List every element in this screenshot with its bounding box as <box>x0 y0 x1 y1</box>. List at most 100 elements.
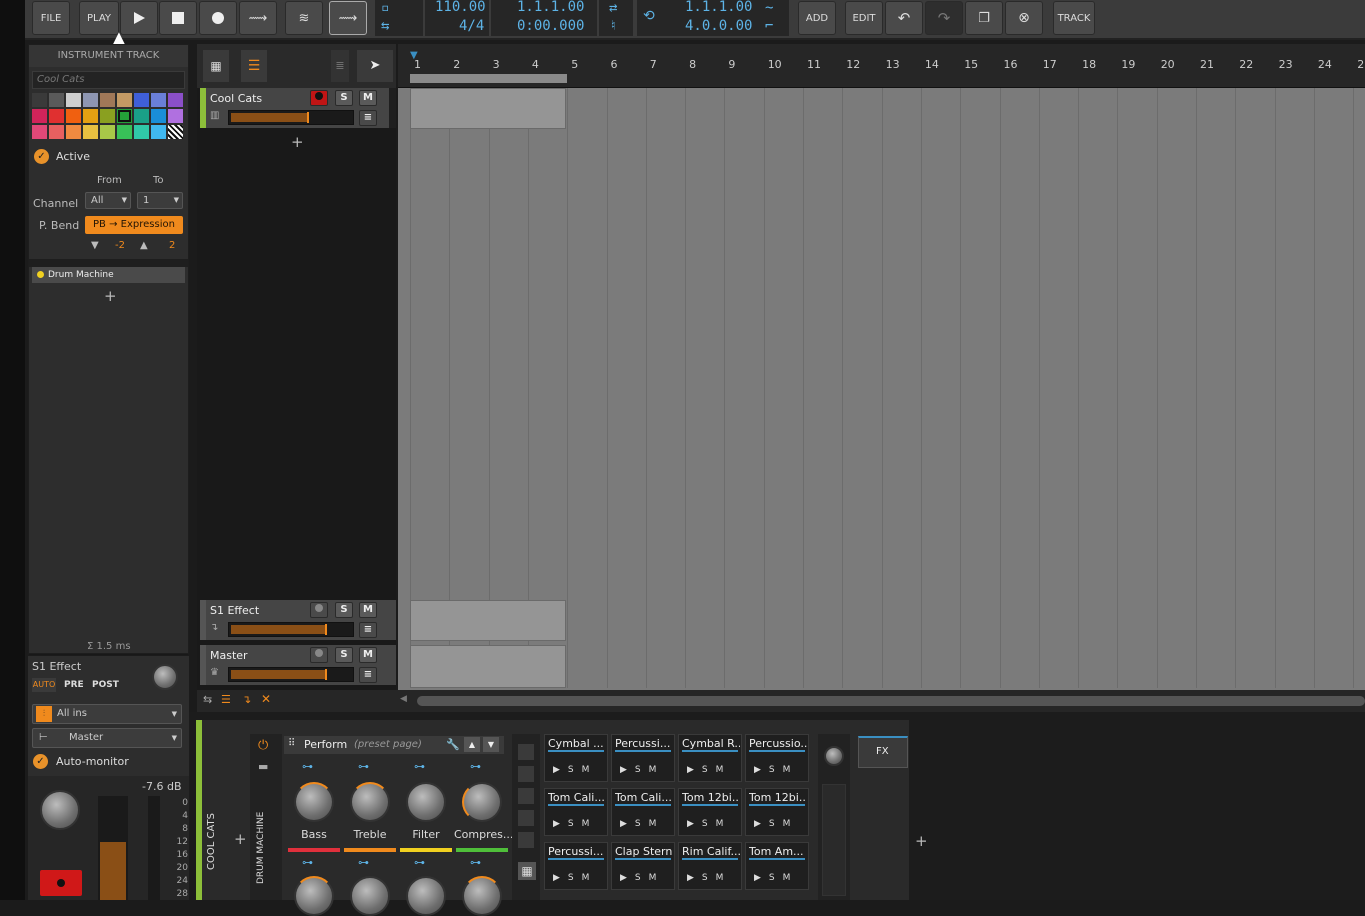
color-swatch[interactable] <box>117 93 132 107</box>
active-checkbox[interactable]: ✓ <box>34 149 49 164</box>
tempo-display[interactable]: 110.00 4/4 <box>425 0 489 36</box>
mute-button[interactable]: M <box>359 602 377 618</box>
track-s1-effect[interactable]: S1 Effect S M ↴ ≡ <box>200 600 396 640</box>
color-swatch[interactable] <box>151 125 166 139</box>
close-icon[interactable]: ✕ <box>261 692 271 706</box>
pre-button[interactable]: PRE <box>64 678 84 692</box>
folder-icon[interactable]: ▬ <box>258 760 268 773</box>
mute-button[interactable]: M <box>359 90 377 106</box>
mute-button[interactable]: M <box>359 647 377 663</box>
color-swatch[interactable] <box>32 93 47 107</box>
timeline-ruler[interactable]: ▼ 1 2 3 4 5 6 7 8 9 10 11 12 13 14 15 16 17 18 19 20 21 22 23 2… <box>398 44 1365 88</box>
modulation-arrow-icon[interactable]: ⊶ <box>414 760 425 773</box>
pad-controls[interactable]: ▶SM <box>620 873 664 883</box>
color-swatch[interactable] <box>49 109 64 123</box>
delete-button[interactable]: ⊗ <box>1005 1 1043 35</box>
auto-button[interactable]: AUTO <box>32 678 56 692</box>
scroll-left-icon[interactable]: ◀ <box>400 694 407 704</box>
color-swatch[interactable] <box>134 93 149 107</box>
volume-fader[interactable] <box>98 796 128 900</box>
tempo-value[interactable]: 110.00 <box>435 0 486 15</box>
channel-from-select[interactable]: All ▼ <box>85 192 131 209</box>
color-swatch[interactable] <box>83 93 98 107</box>
solo-button[interactable]: S <box>335 647 353 663</box>
track-volume[interactable] <box>228 622 354 637</box>
drum-pad[interactable]: Tom Cali... ▶SM <box>611 788 675 836</box>
drum-pad[interactable]: Percussi... ▶SM <box>544 842 608 890</box>
track-name-field[interactable]: Cool Cats <box>32 71 185 89</box>
record-arm-button[interactable] <box>310 647 328 663</box>
metronome-display[interactable]: ▫ ⇆ <box>375 0 423 36</box>
undo-button[interactable]: ↶ <box>885 1 923 35</box>
redo-button[interactable]: ↷ <box>925 1 963 35</box>
color-swatch[interactable] <box>32 125 47 139</box>
color-swatch[interactable] <box>134 109 149 123</box>
add-track-icon[interactable]: + <box>291 133 304 151</box>
automation-write-button[interactable]: ⟿ <box>239 1 277 35</box>
clip-automation-button[interactable]: ⟿ <box>329 1 367 35</box>
macro-knob[interactable] <box>406 782 446 822</box>
position-display[interactable]: 1.1.1.00 0:00.000 <box>491 0 597 36</box>
pad-controls[interactable]: ▶SM <box>687 765 731 775</box>
macro-knob[interactable] <box>294 782 334 822</box>
file-button[interactable]: FILE <box>32 1 70 35</box>
loop-display[interactable]: ⟲ 1.1.1.00 4.0.0.00 ~ ⌐ <box>637 0 789 36</box>
record-arm-button[interactable] <box>310 90 328 106</box>
edit-button[interactable]: EDIT <box>845 1 883 35</box>
channel-to-select[interactable]: 1 ▼ <box>137 192 183 209</box>
input-select[interactable]: ⫶ All ins ▼ <box>32 704 182 724</box>
track-menu-icon[interactable]: ≡ <box>359 110 377 126</box>
macro-knob[interactable] <box>462 782 502 822</box>
modulation-arrow-icon[interactable]: ⊶ <box>470 760 481 773</box>
loop-region[interactable] <box>410 74 567 83</box>
modulation-arrow-icon[interactable]: ⊶ <box>302 760 313 773</box>
pad-controls[interactable]: ▶SM <box>754 873 798 883</box>
modulation-arrow-icon[interactable]: ⊶ <box>358 760 369 773</box>
volume-knob[interactable] <box>824 746 844 766</box>
punch-controls[interactable]: ⇄ ♮ <box>599 0 633 36</box>
pb-down-value[interactable]: -2 <box>115 240 125 251</box>
color-swatch[interactable] <box>83 125 98 139</box>
color-swatch[interactable] <box>32 109 47 123</box>
clip-launcher-toggle-icon[interactable]: ▦ <box>203 50 229 82</box>
color-swatch[interactable] <box>117 125 132 139</box>
add-device-icon[interactable]: + <box>915 832 928 850</box>
stop-button[interactable] <box>159 1 197 35</box>
pad-bank-selector[interactable]: ▦ <box>512 734 540 900</box>
time-signature[interactable]: 4/4 <box>459 18 484 34</box>
track-volume[interactable] <box>228 667 354 682</box>
pad-grid-icon[interactable]: ▦ <box>518 862 536 880</box>
solo-button[interactable]: S <box>335 602 353 618</box>
macro-knob[interactable] <box>350 876 390 916</box>
clip-master[interactable] <box>410 645 566 688</box>
color-swatch[interactable] <box>100 125 115 139</box>
pad-controls[interactable]: ▶SM <box>687 819 731 829</box>
track-options-icon[interactable]: ≣ <box>331 50 349 82</box>
chain-fader[interactable] <box>822 784 846 896</box>
send-knob[interactable] <box>152 664 178 690</box>
auto-monitor-checkbox[interactable]: ✓ <box>33 754 48 769</box>
record-button[interactable] <box>199 1 237 35</box>
modulation-arrow-icon[interactable]: ⊶ <box>358 856 369 869</box>
color-swatch[interactable] <box>49 93 64 107</box>
color-swatch[interactable] <box>134 125 149 139</box>
power-icon[interactable]: ⏻ <box>258 738 268 753</box>
track-menu-icon[interactable]: ≡ <box>359 622 377 638</box>
color-swatch[interactable] <box>100 93 115 107</box>
drum-machine-device[interactable]: Drum Machine <box>32 267 185 283</box>
pb-up-value[interactable]: 2 <box>169 240 175 251</box>
color-swatch[interactable] <box>66 125 81 139</box>
output-select[interactable]: ⊢ Master ▼ <box>32 728 182 748</box>
follow-icon[interactable]: ↴ <box>242 693 251 706</box>
track-menu-icon[interactable]: ≡ <box>359 667 377 683</box>
modulation-arrow-icon[interactable]: ⊶ <box>302 856 313 869</box>
drum-pad[interactable]: Tom Cali... ▶SM <box>544 788 608 836</box>
color-swatch[interactable] <box>151 93 166 107</box>
drum-pad[interactable]: Tom Am... ▶SM <box>745 842 809 890</box>
clip-s1-effect[interactable] <box>410 600 566 641</box>
pad-controls[interactable]: ▶SM <box>553 765 597 775</box>
macro-knob[interactable] <box>294 876 334 916</box>
pad-controls[interactable]: ▶SM <box>553 819 597 829</box>
pb-expression-button[interactable]: PB → Expression <box>85 216 183 234</box>
fx-button[interactable]: FX <box>858 736 908 768</box>
